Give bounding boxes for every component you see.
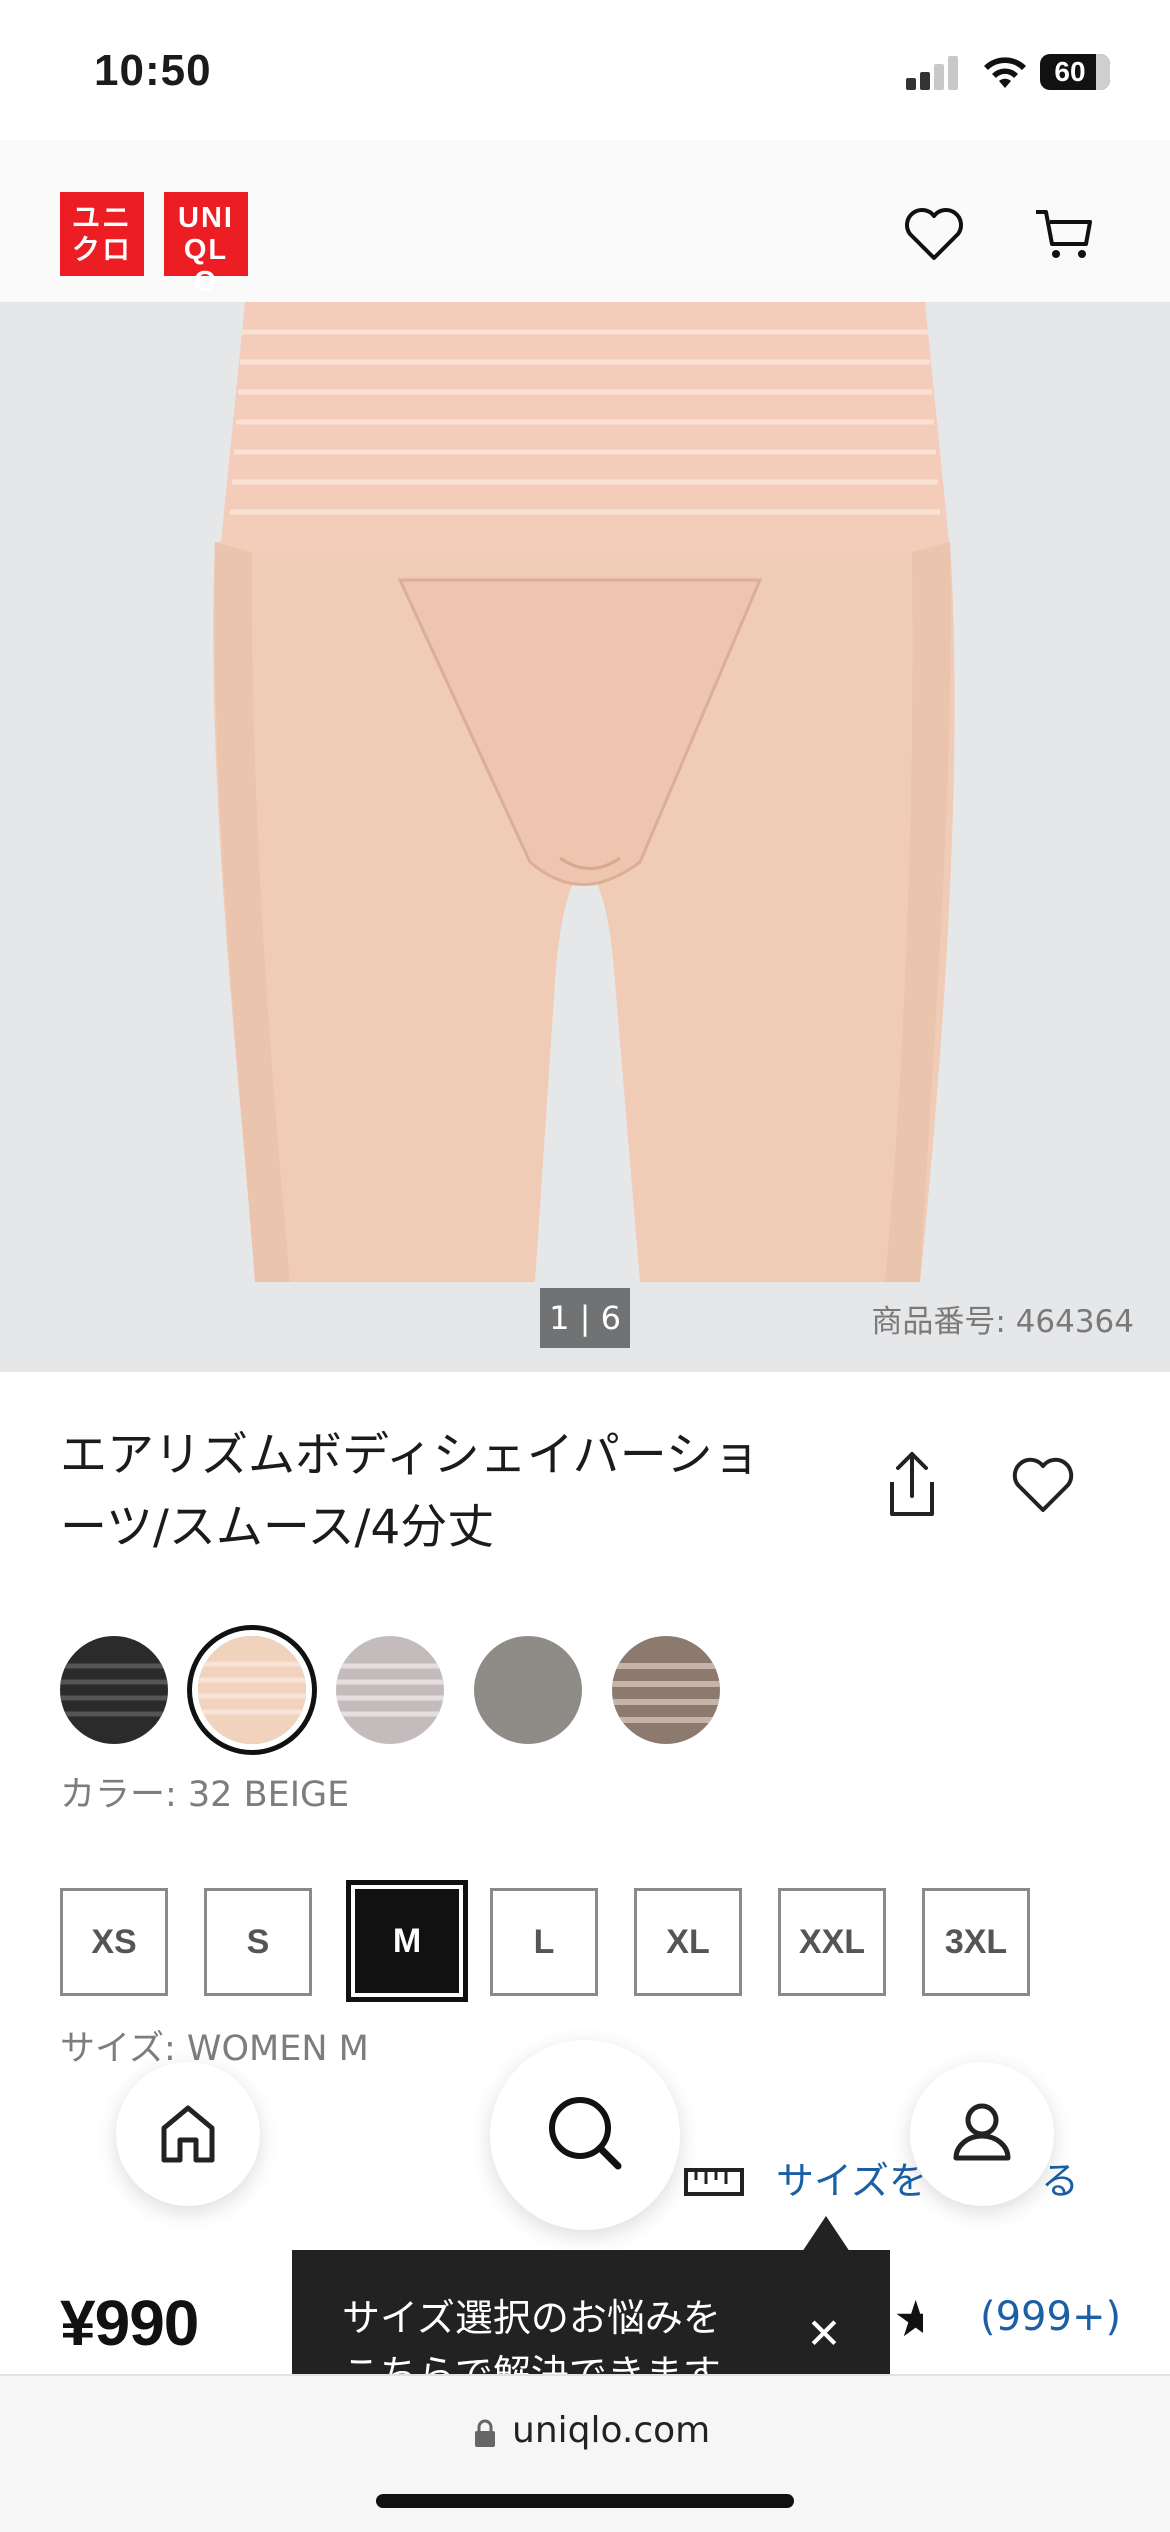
size-help-tooltip: サイズ選択のお悩みを こちらで解決できます: [292, 2250, 890, 2380]
cellular-signal-icon: [906, 56, 960, 90]
uniqlo-logo-latin[interactable]: UNIQLO: [164, 192, 248, 298]
color-swatch-beige[interactable]: [198, 1636, 306, 1744]
close-icon[interactable]: ✕: [802, 2312, 846, 2356]
product-title: エアリズムボディシェイパーショーツ/スムース/4分丈: [60, 1428, 760, 1555]
product-photo-shorts: [213, 302, 955, 1282]
search-button[interactable]: [490, 2040, 680, 2230]
size-option-xl[interactable]: XL: [634, 1888, 742, 1996]
site-header: ユニクロ UNIQLO: [0, 140, 1170, 302]
search-icon: [549, 2097, 622, 2170]
home-indicator[interactable]: [376, 2494, 794, 2508]
wifi-icon: [984, 57, 1026, 88]
status-time: 10:50: [94, 46, 212, 95]
color-swatch-light-gray[interactable]: [336, 1636, 444, 1744]
color-label: カラー: 32 BEIGE: [60, 1775, 350, 1815]
url-text[interactable]: uniqlo.com: [512, 2410, 710, 2451]
image-counter: 1 | 6: [540, 1288, 630, 1348]
product-price: ¥990: [60, 2287, 199, 2359]
logo-latin-text: UNIQLO: [178, 202, 234, 298]
size-option-s[interactable]: S: [204, 1888, 312, 1996]
tooltip-line-1: サイズ選択のお悩みを: [342, 2296, 721, 2340]
size-option-xxl[interactable]: XXL: [778, 1888, 886, 1996]
home-icon: [161, 2105, 215, 2163]
review-count-link[interactable]: (999+): [980, 2294, 1121, 2340]
account-button[interactable]: [910, 2062, 1054, 2206]
browser-url-bar[interactable]: [0, 2374, 1170, 2532]
size-option-l[interactable]: L: [490, 1888, 598, 1996]
size-option-3xl[interactable]: 3XL: [922, 1888, 1030, 1996]
favorite-heart-icon[interactable]: [1010, 1452, 1076, 1518]
logo-katakana-text: ユニクロ: [71, 202, 132, 265]
ruler-icon[interactable]: [684, 2164, 744, 2198]
tooltip-arrow: [802, 2216, 850, 2252]
color-swatch-black[interactable]: [60, 1636, 168, 1744]
size-option-m[interactable]: M: [346, 1880, 468, 2002]
battery-icon: 60: [1040, 54, 1110, 90]
size-option-xs[interactable]: XS: [60, 1888, 168, 1996]
color-swatch-brown[interactable]: [612, 1636, 720, 1744]
product-image[interactable]: [0, 302, 1170, 1372]
home-button[interactable]: [116, 2062, 260, 2206]
half-star-icon: ★: [893, 2290, 924, 2348]
lock-icon: [475, 2419, 495, 2447]
uniqlo-logo-katakana[interactable]: ユニクロ: [60, 192, 144, 276]
account-icon: [953, 2103, 1011, 2161]
heart-icon[interactable]: [902, 202, 966, 266]
color-swatch-gray[interactable]: [474, 1636, 582, 1744]
product-number: 商品番号: 464364: [871, 1304, 1134, 1340]
cart-icon[interactable]: [1032, 202, 1096, 266]
share-icon[interactable]: [880, 1448, 944, 1520]
battery-level: 60: [1054, 56, 1086, 87]
